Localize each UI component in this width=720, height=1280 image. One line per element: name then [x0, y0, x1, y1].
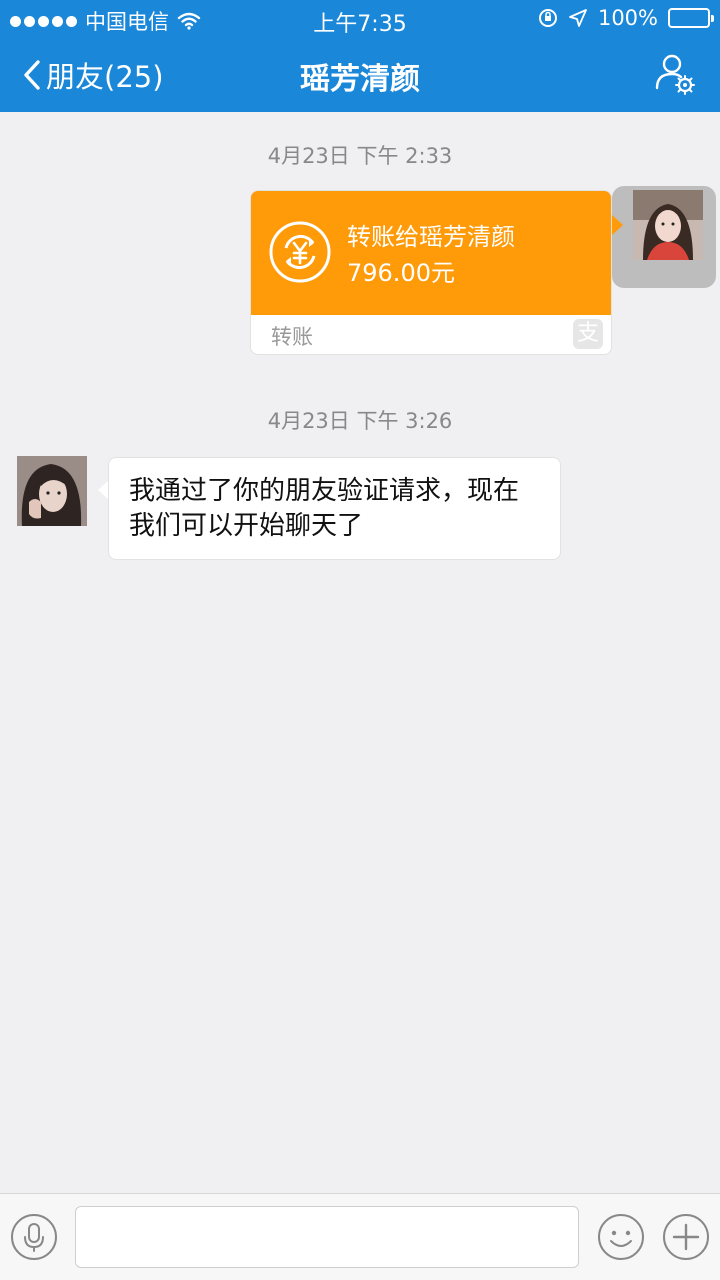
status-bar: 中国电信 上午7:35 100% — [0, 0, 720, 38]
emoji-button[interactable] — [597, 1213, 645, 1261]
page-title: 瑶芳清颜 — [300, 62, 420, 97]
voice-input-button[interactable] — [10, 1213, 58, 1261]
profile-settings-icon[interactable] — [652, 52, 696, 96]
add-more-button[interactable] — [662, 1213, 710, 1261]
nav-bar: 朋友(25) 瑶芳清颜 — [0, 38, 720, 112]
transfer-card-footer: 转账 支 — [251, 315, 611, 354]
avatar-photo — [633, 190, 703, 260]
transfer-amount: 796.00元 — [347, 259, 455, 287]
status-right: 100% — [538, 6, 714, 30]
header: 中国电信 上午7:35 100% 朋友(25) 瑶芳清颜 — [0, 0, 720, 112]
avatar[interactable] — [633, 190, 703, 260]
transfer-type-label: 转账 — [271, 325, 313, 349]
input-bar — [0, 1193, 720, 1280]
message-text: 我通过了你的朋友验证请求，现在我们可以开始聊天了 — [129, 476, 520, 541]
transfer-card-header: 转账给瑶芳清颜 796.00元 — [251, 191, 611, 315]
transfer-card[interactable]: 转账给瑶芳清颜 796.00元 转账 支 — [250, 190, 612, 355]
avatar[interactable] — [17, 456, 87, 526]
message-input[interactable] — [75, 1206, 579, 1268]
transfer-yuan-icon — [269, 221, 331, 283]
bubble-tail — [612, 215, 623, 235]
transfer-title: 转账给瑶芳清颜 — [347, 223, 515, 251]
location-arrow-icon — [569, 9, 587, 27]
battery-percent: 100% — [597, 6, 658, 30]
alipay-icon: 支 — [573, 319, 603, 349]
timestamp: 4月23日 下午 3:26 — [267, 409, 453, 433]
timestamp: 4月23日 下午 2:33 — [267, 144, 453, 168]
avatar-photo — [17, 456, 87, 526]
battery-icon — [668, 8, 714, 28]
orientation-lock-icon — [538, 9, 557, 27]
message-bubble[interactable]: 我通过了你的朋友验证请求，现在我们可以开始聊天了 — [108, 457, 561, 560]
